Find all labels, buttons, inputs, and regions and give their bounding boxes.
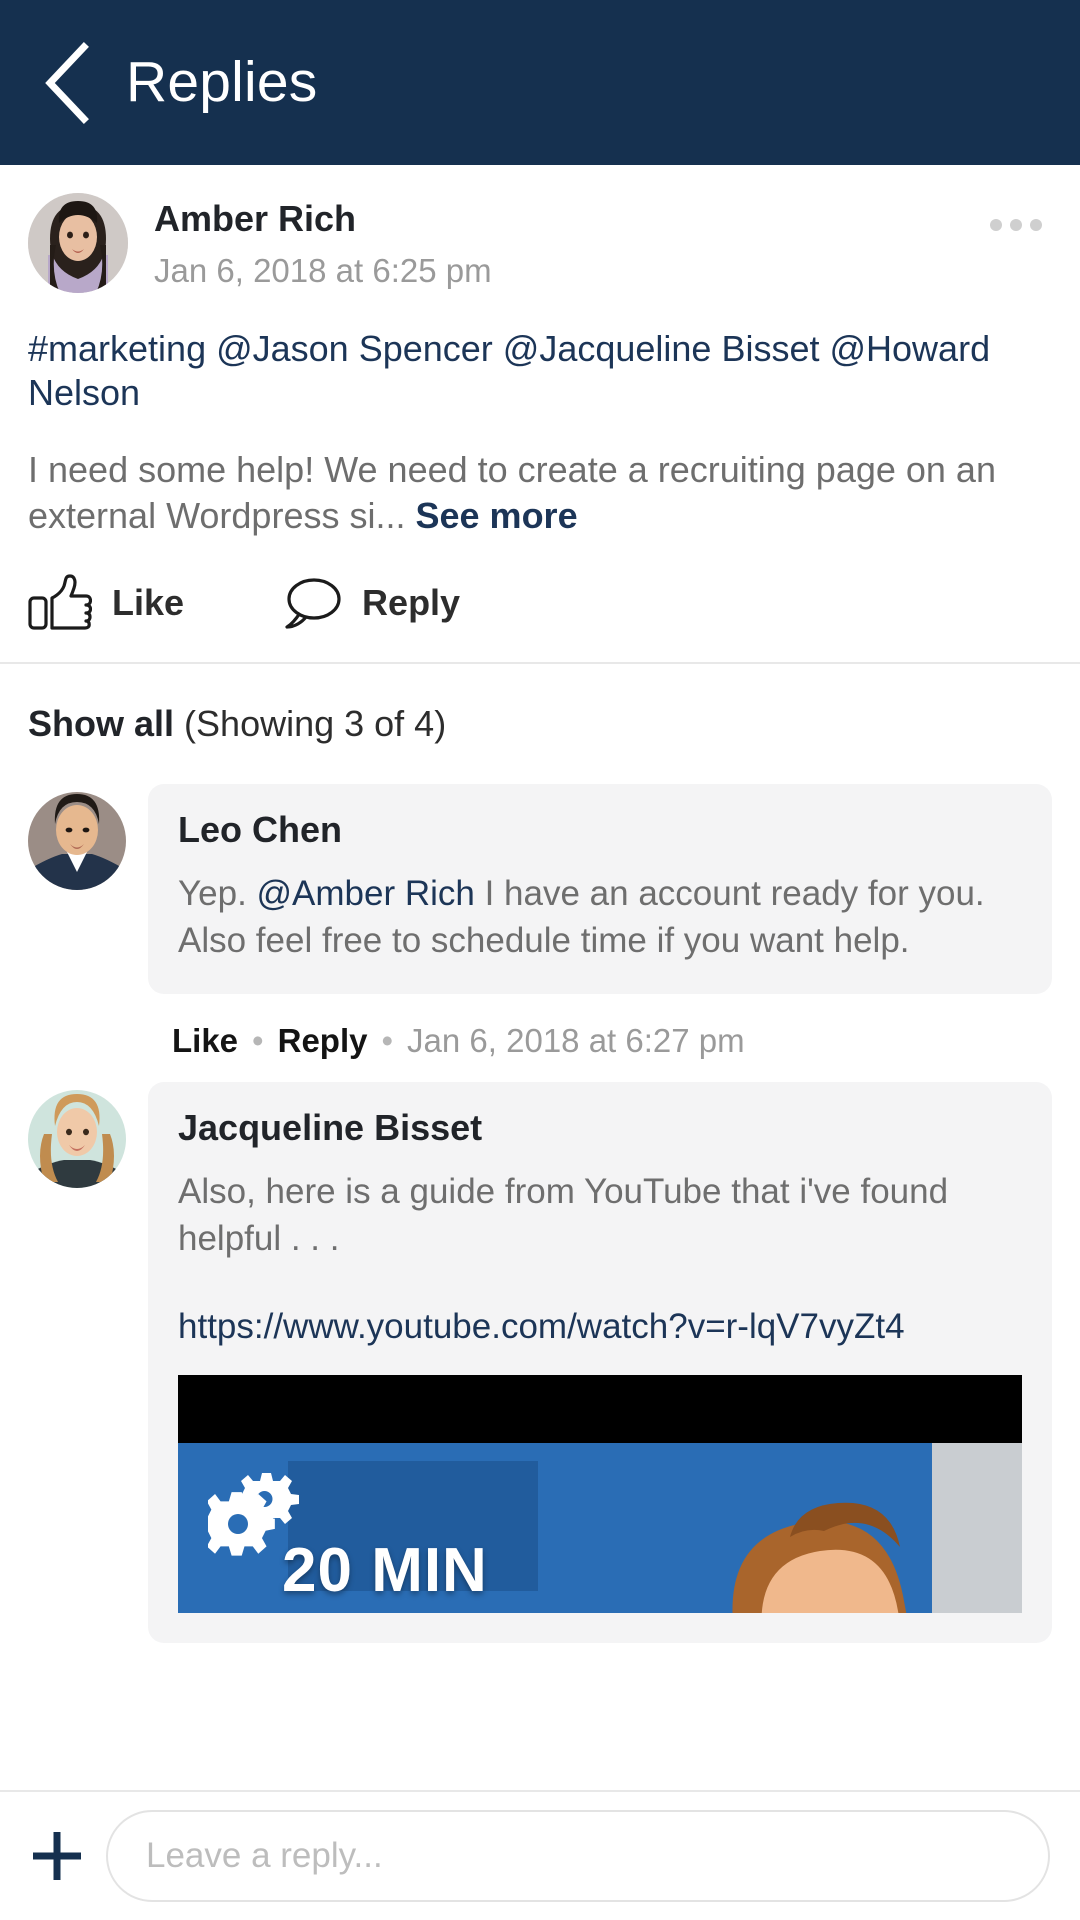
reply-text-before: Yep. bbox=[178, 874, 257, 914]
reply-button[interactable]: Reply bbox=[284, 577, 460, 629]
post-action-row: Like Reply bbox=[28, 574, 1052, 662]
post-body: I need some help! We need to create a re… bbox=[28, 447, 1052, 538]
root-post: Amber Rich Jan 6, 2018 at 6:25 pm #marke… bbox=[0, 165, 1080, 662]
video-letterbox bbox=[178, 1375, 1022, 1444]
avatar[interactable] bbox=[28, 1089, 126, 1188]
reply-meta-row: Like • Reply • Jan 6, 2018 at 6:27 pm bbox=[148, 1022, 1052, 1060]
thumbnail-sky bbox=[932, 1443, 1022, 1614]
avatar-image-leo-chen bbox=[28, 791, 126, 890]
reply-label: Reply bbox=[362, 582, 461, 624]
post-author-name: Amber Rich bbox=[154, 198, 357, 239]
meta-separator: • bbox=[381, 1021, 394, 1059]
app-header: Replies bbox=[0, 0, 1080, 165]
post-header: Amber Rich Jan 6, 2018 at 6:25 pm bbox=[28, 193, 1052, 293]
reply-item: Leo Chen Yep. @Amber Rich I have an acco… bbox=[0, 762, 1080, 1060]
reply-content: Jacqueline Bisset Also, here is a guide … bbox=[148, 1081, 1052, 1644]
dot bbox=[1030, 219, 1042, 231]
post-tags-line[interactable]: #marketing @Jason Spencer @Jacqueline Bi… bbox=[28, 327, 1052, 415]
reply-author-name: Leo Chen bbox=[178, 808, 343, 850]
speech-bubble-icon bbox=[285, 578, 341, 629]
show-all-row: Show all (Showing 3 of 4) bbox=[0, 664, 1080, 762]
reply-link-url[interactable]: https://www.youtube.com/watch?v=r-lqV7vy… bbox=[178, 1304, 1022, 1350]
thumbs-up-icon bbox=[28, 574, 92, 630]
reply-composer-bar bbox=[0, 1790, 1080, 1920]
mention-link[interactable]: @Amber Rich bbox=[257, 874, 475, 913]
video-thumbnail-art: 20 MIN bbox=[178, 1443, 1022, 1614]
content-scroll-area[interactable]: Amber Rich Jan 6, 2018 at 6:25 pm #marke… bbox=[0, 165, 1080, 1790]
see-more-link[interactable]: See more bbox=[416, 495, 578, 536]
meta-separator: • bbox=[252, 1021, 264, 1059]
dot bbox=[1010, 219, 1022, 231]
reply-text: Also, here is a guide from YouTube that … bbox=[178, 1172, 949, 1258]
more-horizontal-icon[interactable] bbox=[990, 219, 1042, 231]
reply-bubble: Leo Chen Yep. @Amber Rich I have an acco… bbox=[148, 783, 1052, 994]
reply-timestamp: Jan 6, 2018 at 6:27 pm bbox=[407, 1021, 745, 1059]
reply-like-button[interactable]: Like bbox=[172, 1022, 238, 1060]
page-title: Replies bbox=[126, 50, 318, 114]
back-button[interactable] bbox=[40, 41, 92, 125]
show-all-count: (Showing 3 of 4) bbox=[184, 703, 447, 745]
thumbnail-character-illustration bbox=[732, 1502, 907, 1614]
reply-author-name: Jacqueline Bisset bbox=[178, 1106, 483, 1148]
video-thumbnail[interactable]: 20 MIN bbox=[178, 1375, 1022, 1614]
reply-item: Jacqueline Bisset Also, here is a guide … bbox=[0, 1060, 1080, 1644]
dot bbox=[990, 219, 1002, 231]
post-timestamp: Jan 6, 2018 at 6:25 pm bbox=[154, 251, 492, 289]
replies-screen: Replies Amber Rich Jan 6, 2018 at 6:25 p… bbox=[0, 0, 1080, 1920]
add-attachment-button[interactable] bbox=[28, 1827, 86, 1885]
plus-icon bbox=[33, 1832, 81, 1880]
reply-text: Yep. @Amber Rich I have an account ready… bbox=[178, 871, 1022, 963]
like-label: Like bbox=[112, 582, 185, 624]
reply-input[interactable] bbox=[106, 1810, 1050, 1902]
avatar[interactable] bbox=[28, 193, 128, 293]
post-author-block: Amber Rich Jan 6, 2018 at 6:25 pm bbox=[154, 193, 492, 289]
chevron-left-icon bbox=[45, 41, 89, 124]
like-button[interactable]: Like bbox=[28, 574, 184, 632]
reply-bubble: Jacqueline Bisset Also, here is a guide … bbox=[148, 1081, 1052, 1644]
avatar-image-jacqueline-bisset bbox=[28, 1089, 126, 1188]
reply-content: Leo Chen Yep. @Amber Rich I have an acco… bbox=[148, 783, 1052, 1060]
show-all-link[interactable]: Show all bbox=[28, 703, 174, 744]
video-thumbnail-title: 20 MIN bbox=[282, 1536, 488, 1606]
avatar-image-amber-rich bbox=[28, 193, 128, 293]
avatar[interactable] bbox=[28, 791, 126, 890]
reply-reply-button[interactable]: Reply bbox=[278, 1022, 368, 1060]
